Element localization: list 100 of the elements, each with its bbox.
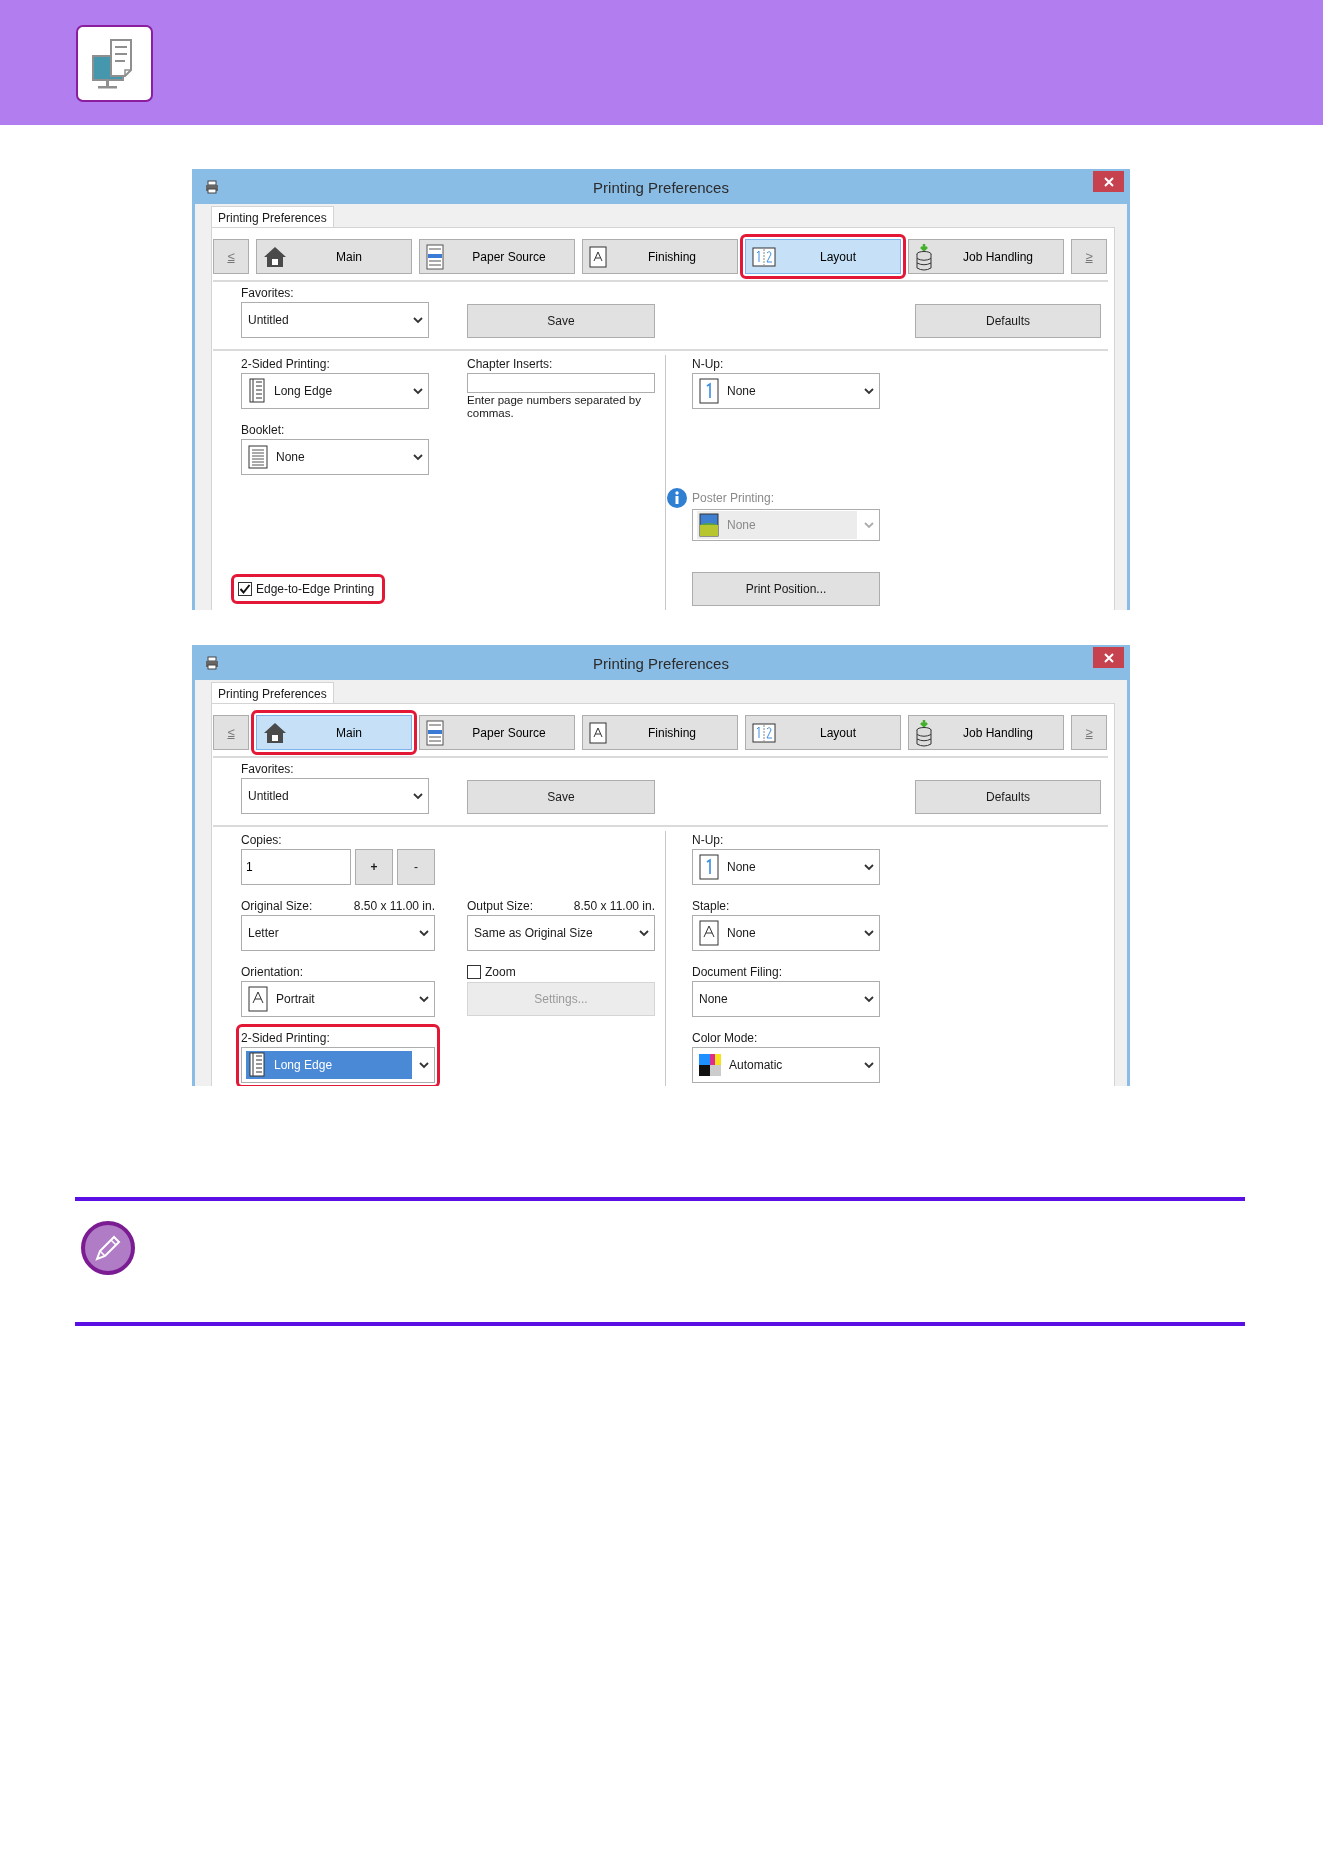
checkbox-label[interactable]: Edge-to-Edge Printing [256, 580, 375, 598]
chevron-icon [863, 927, 875, 939]
defaults-button[interactable]: Defaults [915, 304, 1101, 338]
tick-icon [239, 583, 251, 595]
chevron-icon [412, 451, 424, 463]
landscape-icon [699, 513, 719, 537]
dropdown[interactable]: Long Edge [241, 373, 429, 409]
field-label: Booklet: [241, 422, 285, 439]
dropdown[interactable]: None [692, 373, 880, 409]
tab[interactable]: Job Handling [908, 239, 1064, 274]
close-icon [1103, 652, 1114, 663]
field-label: Copies: [241, 832, 283, 849]
minus-button[interactable]: - [397, 849, 435, 885]
two-pages-icon [752, 246, 776, 267]
document-icon [248, 445, 268, 469]
tab[interactable]: Layout [745, 239, 901, 274]
chevron-icon [863, 1059, 875, 1071]
dropdown[interactable]: Untitled [241, 778, 429, 814]
printer-icon [205, 180, 219, 194]
plus-button[interactable]: + [355, 849, 393, 885]
field-label: 2-Sided Printing: [241, 356, 330, 373]
chevron-icon [412, 314, 424, 326]
tab[interactable]: Main [256, 239, 412, 274]
previous-button[interactable]: ≤ [213, 239, 249, 274]
chevron-icon [418, 993, 430, 1005]
chevron-icon [412, 790, 424, 802]
chevron-icon [863, 385, 875, 397]
copier-icon [426, 719, 444, 746]
copier-icon [426, 243, 444, 270]
previous-button[interactable]: ≤ [213, 715, 249, 750]
dropdown[interactable]: Untitled [241, 302, 429, 338]
checkbox[interactable] [467, 965, 481, 979]
dropdown[interactable]: None [241, 439, 429, 475]
field-label: Orientation: [241, 964, 304, 981]
hint-text: Enter page numbers separated by commas. [467, 394, 642, 420]
field-label: Output Size: [467, 898, 534, 915]
book-icon [248, 1052, 266, 1078]
tab[interactable]: Main [256, 715, 412, 750]
field-label: Original Size: [241, 898, 313, 915]
field-label: 2-Sided Printing: [241, 1030, 330, 1047]
tab[interactable]: Finishing [582, 715, 738, 750]
letter-page-icon [248, 986, 268, 1012]
size-text: 8.50 x 11.00 in. [353, 898, 435, 915]
chevron-icon [418, 1059, 430, 1071]
next-button[interactable]: ≥ [1071, 715, 1107, 750]
house-icon [263, 245, 287, 268]
field-label: Chapter Inserts: [467, 356, 554, 373]
chevron-icon [863, 861, 875, 873]
field-label: Staple: [692, 898, 730, 915]
save-button[interactable]: Save [467, 780, 655, 814]
house-icon [263, 721, 287, 744]
numbered-page-icon [699, 854, 719, 880]
dropdown[interactable]: Letter [241, 915, 435, 951]
checkbox-label[interactable]: Zoom [485, 963, 516, 981]
dropdown[interactable]: Portrait [241, 981, 435, 1017]
window-title: Printing Preferences [593, 178, 729, 198]
numbered-page-icon [699, 378, 719, 404]
page-icon [589, 721, 607, 744]
letter-page-icon [699, 920, 719, 946]
field-label: Color Mode: [692, 1030, 758, 1047]
database-icon [915, 242, 933, 271]
next-button[interactable]: ≥ [1071, 239, 1107, 274]
chevron-icon [418, 927, 430, 939]
field-label: N-Up: [692, 832, 724, 849]
dropdown[interactable]: None [692, 915, 880, 951]
window-title: Printing Preferences [593, 654, 729, 674]
tab[interactable]: Paper Source [419, 239, 575, 274]
close-button[interactable] [1093, 171, 1124, 192]
field-label: N-Up: [692, 356, 724, 373]
print-icon [76, 25, 153, 102]
chevron-icon [412, 385, 424, 397]
page-icon [589, 245, 607, 268]
database-icon [915, 718, 933, 747]
tab[interactable]: Job Handling [908, 715, 1064, 750]
field-label: Favorites: [241, 285, 295, 302]
button[interactable]: Print Position... [692, 572, 880, 606]
page-tab[interactable]: Printing Preferences [211, 682, 334, 703]
dropdown[interactable]: None [692, 981, 880, 1017]
defaults-button[interactable]: Defaults [915, 780, 1101, 814]
close-icon [1103, 176, 1114, 187]
color-squares-icon [699, 1054, 721, 1076]
pencil-icon [81, 1221, 135, 1275]
dropdown[interactable]: Automatic [692, 1047, 880, 1083]
close-button[interactable] [1093, 647, 1124, 668]
page-tab[interactable]: Printing Preferences [211, 206, 334, 227]
field-label: Document Filing: [692, 964, 783, 981]
tab[interactable]: Paper Source [419, 715, 575, 750]
tab[interactable]: Layout [745, 715, 901, 750]
dropdown[interactable]: Long Edge [241, 1047, 435, 1083]
dropdown[interactable]: Same as Original Size [467, 915, 655, 951]
save-button[interactable]: Save [467, 304, 655, 338]
printer-icon [205, 656, 219, 670]
number-field[interactable]: 1 [241, 849, 351, 885]
two-pages-icon [752, 722, 776, 743]
field-label: Poster Printing: [692, 490, 775, 507]
dropdown[interactable]: None [692, 849, 880, 885]
checkbox[interactable] [238, 582, 252, 596]
tab[interactable]: Finishing [582, 239, 738, 274]
size-text: 8.50 x 11.00 in. [573, 898, 655, 915]
text-field[interactable] [467, 373, 655, 393]
